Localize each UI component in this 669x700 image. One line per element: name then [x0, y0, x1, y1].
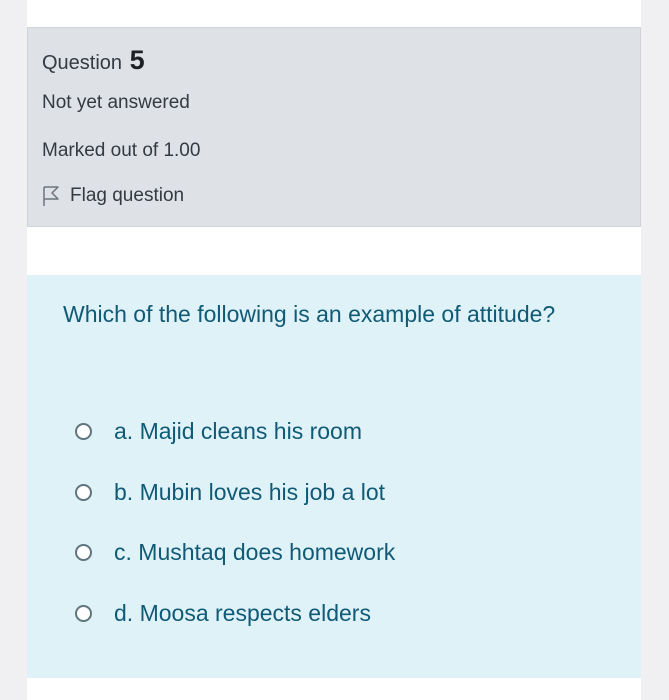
flag-icon — [42, 185, 60, 207]
flag-question-link[interactable]: Flag question — [42, 185, 184, 207]
answer-label: a. Majid cleans his room — [114, 418, 362, 444]
radio-button[interactable] — [75, 605, 92, 622]
question-state: Not yet answered — [42, 92, 190, 113]
answer-option-b[interactable]: b. Mubin loves his job a lot — [75, 479, 385, 506]
question-text: Which of the following is an example of … — [63, 301, 556, 327]
question-number: 5 — [129, 45, 145, 75]
radio-button[interactable] — [75, 423, 92, 440]
answer-label: b. Mubin loves his job a lot — [114, 479, 386, 505]
question-info-panel: Question 5 Not yet answered Marked out o… — [27, 27, 641, 227]
question-grade: Marked out of 1.00 — [42, 140, 201, 161]
answer-option-a[interactable]: a. Majid cleans his room — [75, 418, 362, 445]
question-number-heading: Question 5 — [42, 45, 145, 76]
answer-label: c. Mushtaq does homework — [114, 539, 396, 565]
answer-option-d[interactable]: d. Moosa respects elders — [75, 600, 371, 627]
flag-question-label: Flag question — [70, 185, 185, 206]
answer-label: d. Moosa respects elders — [114, 600, 371, 626]
answer-option-c[interactable]: c. Mushtaq does homework — [75, 539, 395, 566]
question-content-panel: Which of the following is an example of … — [27, 275, 641, 678]
page: Question 5 Not yet answered Marked out o… — [27, 0, 641, 700]
radio-button[interactable] — [75, 484, 92, 501]
question-label: Question — [42, 52, 123, 74]
radio-button[interactable] — [75, 544, 92, 561]
